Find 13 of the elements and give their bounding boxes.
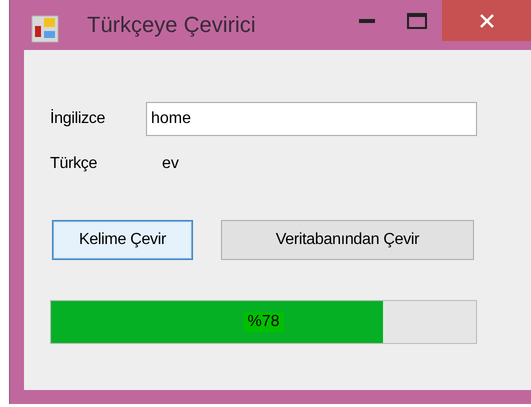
translate-button[interactable]: Kelime Çevir — [52, 220, 193, 260]
window-title: Türkçeye Çevirici — [87, 12, 256, 38]
close-button[interactable] — [442, 0, 531, 41]
translation-text: ev — [162, 155, 179, 173]
minimize-icon[interactable] — [359, 18, 375, 22]
field-label: Türkçe — [50, 155, 98, 173]
text-input[interactable]: home — [146, 102, 477, 136]
close-icon — [480, 14, 494, 28]
app-icon — [31, 15, 59, 43]
translate-button[interactable]: Veritabanından Çevir — [221, 220, 474, 260]
progress-label: %78 — [243, 312, 284, 332]
field-label: İngilizce — [50, 110, 106, 128]
maximize-icon[interactable] — [407, 12, 427, 28]
